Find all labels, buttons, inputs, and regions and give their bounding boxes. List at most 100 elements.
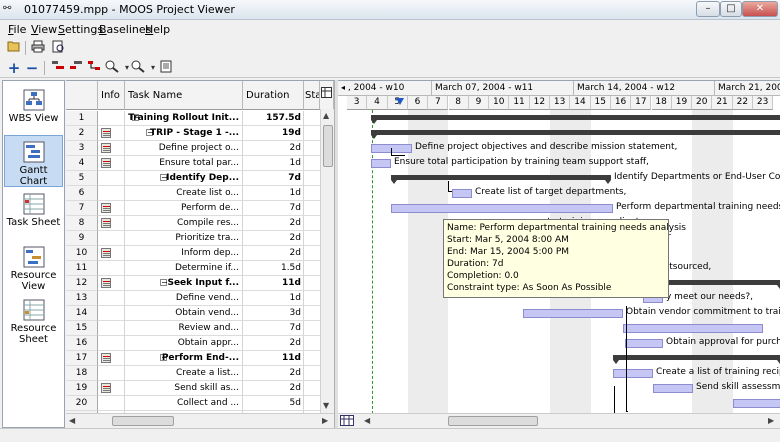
info-cell[interactable] xyxy=(98,246,125,261)
task-bar[interactable] xyxy=(452,189,472,198)
duration-cell[interactable]: 2d xyxy=(243,216,304,231)
row-number[interactable]: 12 xyxy=(66,276,98,291)
minimize-button[interactable]: – xyxy=(696,1,720,17)
duration-cell[interactable]: 2d xyxy=(243,336,304,351)
note-icon[interactable] xyxy=(101,353,111,363)
menu-view[interactable]: View xyxy=(31,23,57,36)
duration-cell[interactable]: 7d xyxy=(243,171,304,186)
close-button[interactable]: ✕ xyxy=(742,1,778,17)
duration-cell[interactable]: 11d xyxy=(243,351,304,366)
view-resource-view[interactable]: Resource View xyxy=(4,241,63,293)
task-bar[interactable] xyxy=(653,384,693,393)
info-cell[interactable] xyxy=(98,366,125,381)
timescale-prev-icon[interactable]: ◂ xyxy=(341,83,345,92)
row-number[interactable]: 7 xyxy=(66,201,98,216)
scroll-thumb[interactable] xyxy=(448,416,538,426)
note-icon[interactable] xyxy=(101,143,111,153)
scroll-right-arrow-icon[interactable]: ▶ xyxy=(768,416,774,425)
row-number[interactable]: 11 xyxy=(66,261,98,276)
task-name-cell[interactable]: Ensure total par... xyxy=(125,156,243,171)
row-number[interactable]: 15 xyxy=(66,321,98,336)
task-name-cell[interactable]: − Training Rollout Init... xyxy=(125,111,243,126)
menu-help[interactable]: Help xyxy=(145,23,170,36)
summary-bar[interactable] xyxy=(613,355,780,364)
note-icon[interactable] xyxy=(101,278,111,288)
outdent-icon[interactable] xyxy=(68,60,84,76)
task-name-cell[interactable]: Perform de... xyxy=(125,201,243,216)
task-bar[interactable] xyxy=(625,339,663,348)
row-number[interactable]: 17 xyxy=(66,351,98,366)
task-sheet-vertical-scrollbar[interactable]: ▲ ▼ xyxy=(320,109,334,413)
note-icon[interactable] xyxy=(101,128,111,138)
task-name-cell[interactable]: Determine if... xyxy=(125,261,243,276)
task-bar[interactable] xyxy=(371,159,391,168)
task-name-cell[interactable]: Review and... xyxy=(125,321,243,336)
info-cell[interactable] xyxy=(98,231,125,246)
duration-cell[interactable]: 2d xyxy=(243,381,304,396)
duration-cell[interactable]: 2d xyxy=(243,231,304,246)
task-name-cell[interactable]: − Identify Dep... xyxy=(125,171,243,186)
row-number[interactable]: 20 xyxy=(66,396,98,411)
indent-icon[interactable] xyxy=(50,60,66,76)
task-name-cell[interactable]: Obtain appr... xyxy=(125,336,243,351)
duration-cell[interactable]: 1d xyxy=(243,156,304,171)
info-cell[interactable] xyxy=(98,276,125,291)
expand-all-icon[interactable]: + xyxy=(6,60,22,76)
row-number[interactable]: 8 xyxy=(66,216,98,231)
scroll-left-arrow-icon[interactable]: ◀ xyxy=(69,416,75,425)
menu-settings[interactable]: Settings xyxy=(58,23,103,36)
note-icon[interactable] xyxy=(101,383,111,393)
task-name-cell[interactable]: − TRIP - Stage 1 -... xyxy=(125,126,243,141)
info-cell[interactable] xyxy=(98,396,125,411)
duration-cell[interactable]: 157.5d xyxy=(243,111,304,126)
scroll-thumb[interactable] xyxy=(323,125,333,167)
task-bar[interactable] xyxy=(733,399,780,408)
note-icon[interactable] xyxy=(101,248,111,258)
task-information-icon[interactable] xyxy=(158,60,174,76)
info-cell[interactable] xyxy=(98,171,125,186)
info-cell[interactable] xyxy=(98,216,125,231)
info-cell[interactable] xyxy=(98,261,125,276)
duration-cell[interactable]: 1.5d xyxy=(243,261,304,276)
maximize-button[interactable]: □ xyxy=(720,1,742,17)
task-name-cell[interactable]: Inform dep... xyxy=(125,246,243,261)
row-number[interactable]: 6 xyxy=(66,186,98,201)
task-name-cell[interactable]: Collect and ... xyxy=(125,396,243,411)
info-cell[interactable] xyxy=(98,126,125,141)
task-name-cell[interactable]: Define vend... xyxy=(125,291,243,306)
row-number[interactable]: 9 xyxy=(66,231,98,246)
duration-cell[interactable]: 1d xyxy=(243,186,304,201)
link-tasks-icon[interactable] xyxy=(86,60,102,76)
duration-cell[interactable]: 7d xyxy=(243,321,304,336)
column-header-start[interactable]: Sta xyxy=(304,81,320,110)
info-cell[interactable] xyxy=(98,111,125,126)
row-number[interactable]: 13 xyxy=(66,291,98,306)
duration-cell[interactable]: 11d xyxy=(243,276,304,291)
task-name-cell[interactable]: Send skill as... xyxy=(125,381,243,396)
row-number[interactable]: 3 xyxy=(66,141,98,156)
summary-bar[interactable] xyxy=(371,115,780,124)
gantt-calendar-icon[interactable] xyxy=(340,415,354,428)
note-icon[interactable] xyxy=(101,203,111,213)
column-header-info[interactable]: Info xyxy=(98,81,125,110)
row-number[interactable]: 2 xyxy=(66,126,98,141)
column-header-duration[interactable]: Duration xyxy=(243,81,304,110)
column-header-task-name[interactable]: Task Name xyxy=(125,81,243,110)
task-bar[interactable] xyxy=(523,309,623,318)
duration-cell[interactable]: 1d xyxy=(243,291,304,306)
scroll-left-arrow-icon[interactable]: ◀ xyxy=(364,416,370,425)
view-task-sheet[interactable]: Task Sheet xyxy=(4,188,63,240)
duration-cell[interactable]: 2d xyxy=(243,246,304,261)
row-number[interactable]: 14 xyxy=(66,306,98,321)
duration-cell[interactable]: 19d xyxy=(243,126,304,141)
summary-bar[interactable] xyxy=(371,130,780,139)
menu-file[interactable]: File xyxy=(8,23,26,36)
task-bar[interactable] xyxy=(623,324,763,333)
summary-bar[interactable] xyxy=(391,175,611,184)
duration-cell[interactable]: 5d xyxy=(243,396,304,411)
task-name-cell[interactable]: Create list o... xyxy=(125,186,243,201)
info-cell[interactable] xyxy=(98,186,125,201)
task-name-cell[interactable]: Create a list... xyxy=(125,366,243,381)
zoom-in-icon[interactable] xyxy=(104,60,120,76)
gantt-horizontal-scrollbar[interactable]: ◀ ▶ xyxy=(338,413,780,428)
